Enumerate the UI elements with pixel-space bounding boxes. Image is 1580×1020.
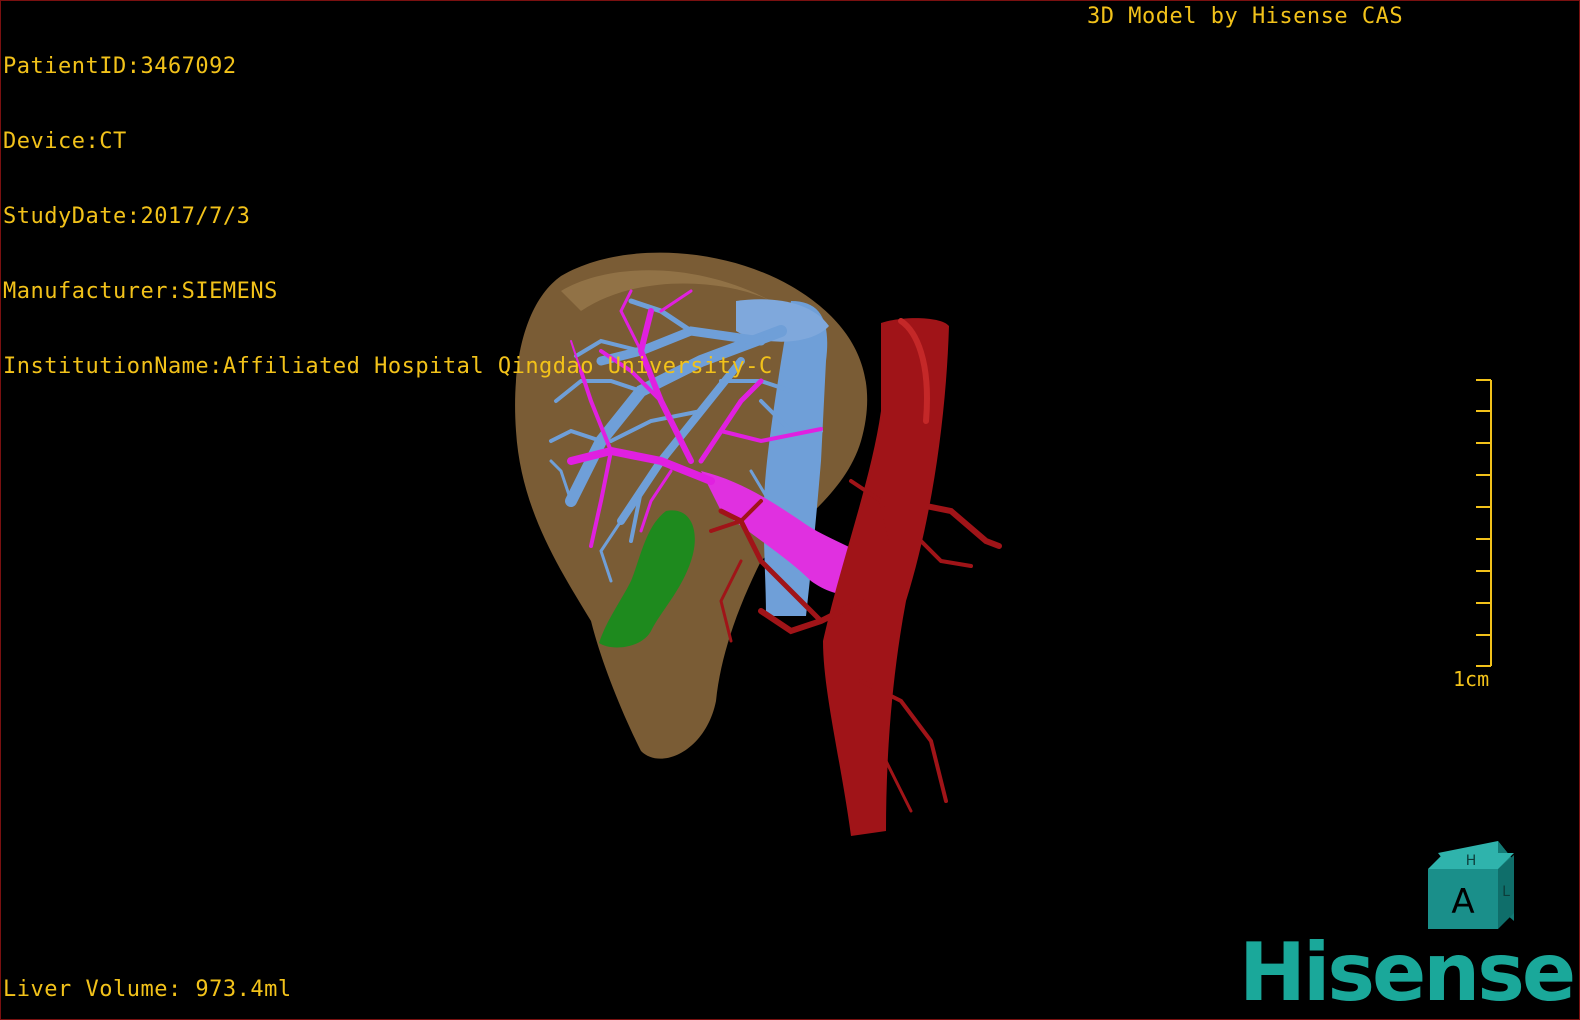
- cube-front-label: A: [1451, 882, 1474, 922]
- orientation-cube[interactable]: A H L: [1426, 841, 1526, 936]
- model-credit-text: 3D Model by Hisense CAS: [1087, 4, 1404, 29]
- patient-id-text: PatientID:3467092: [3, 54, 237, 79]
- scale-bar: [1476, 379, 1492, 667]
- device-text: Device:CT: [3, 129, 127, 154]
- cube-side-label: L: [1502, 884, 1510, 900]
- scale-bar-label: 1cm: [1453, 667, 1490, 691]
- institution-text: InstitutionName:Affiliated Hospital Qing…: [3, 354, 773, 379]
- liver-volume-text: Liver Volume: 973.4ml: [3, 977, 292, 1002]
- study-date-text: StudyDate:2017/7/3: [3, 204, 251, 229]
- cube-top-label: H: [1466, 853, 1477, 869]
- patient-info-overlay: PatientID:3467092 Device:CT StudyDate:20…: [3, 4, 773, 429]
- manufacturer-text: Manufacturer:SIEMENS: [3, 279, 278, 304]
- hisense-logo: Hisense: [1239, 926, 1576, 1019]
- 3d-viewport[interactable]: PatientID:3467092 Device:CT StudyDate:20…: [0, 0, 1580, 1020]
